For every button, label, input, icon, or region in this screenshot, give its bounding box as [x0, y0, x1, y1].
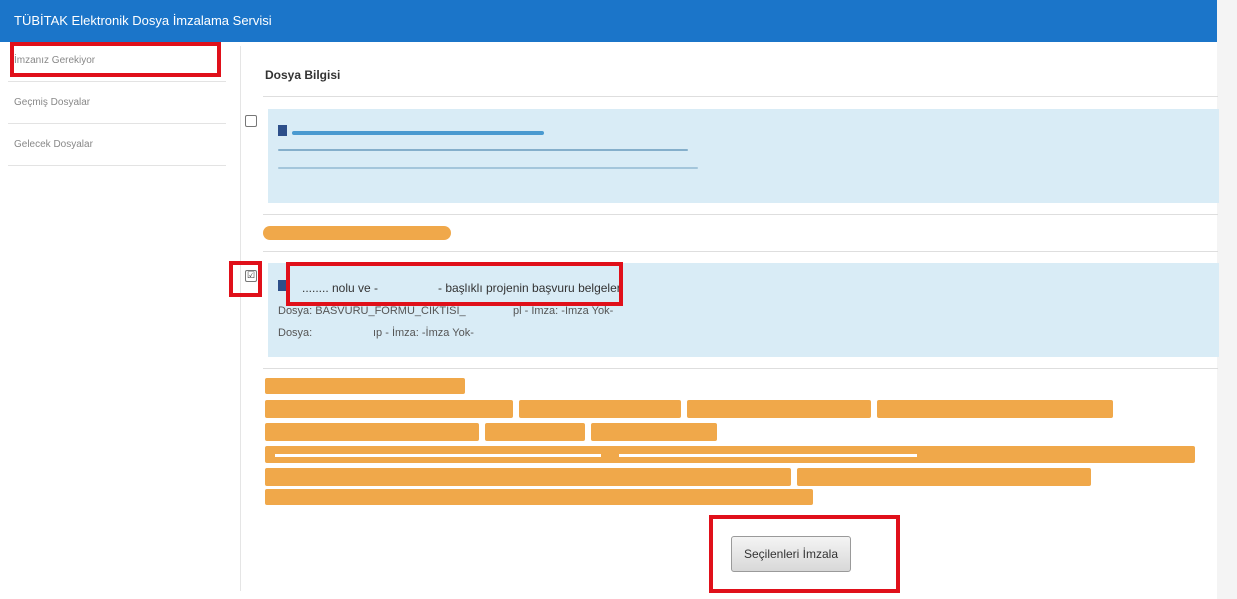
divider	[263, 214, 1218, 215]
file-line-1: Dosya: BASVURU_FORMU_CIKTISI_	[278, 305, 466, 317]
sidebar-item-label: Gelecek Dosyalar	[14, 139, 93, 150]
file-line-2-tail: ıp - İmza: -İmza Yok-	[373, 327, 474, 339]
highlight-box-checkbox	[229, 261, 262, 297]
page-title: Dosya Bilgisi	[265, 68, 341, 82]
divider	[263, 96, 1218, 97]
redacted-area	[263, 226, 451, 240]
blurred-file-title	[292, 131, 544, 135]
main-panel: Dosya Bilgisi ☑ ........ nolu ve - - baş…	[240, 46, 1219, 591]
file-line-1-tail: pl - İmza: -İmza Yok-	[513, 305, 614, 317]
highlight-box-sign-button	[709, 515, 900, 593]
highlight-box-sidebar	[10, 42, 221, 77]
divider	[263, 251, 1218, 252]
file-line-2: Dosya:	[278, 327, 313, 339]
file-checkbox-1[interactable]	[245, 115, 257, 127]
blurred-text-line	[278, 149, 688, 151]
highlight-box-file-title	[286, 262, 623, 306]
app-title: TÜBİTAK Elektronik Dosya İmzalama Servis…	[14, 13, 272, 28]
sidebar-item-future-files[interactable]: Gelecek Dosyalar	[8, 126, 226, 166]
app-header: TÜBİTAK Elektronik Dosya İmzalama Servis…	[0, 0, 1217, 42]
blurred-text-line	[278, 167, 698, 169]
sidebar-item-past-files[interactable]: Geçmiş Dosyalar	[8, 84, 226, 124]
file-item-1	[268, 109, 1219, 203]
divider	[263, 368, 1218, 369]
sidebar-item-label: Geçmiş Dosyalar	[14, 97, 91, 108]
page-scrollbar-track[interactable]	[1217, 0, 1237, 599]
file-icon	[278, 125, 287, 136]
